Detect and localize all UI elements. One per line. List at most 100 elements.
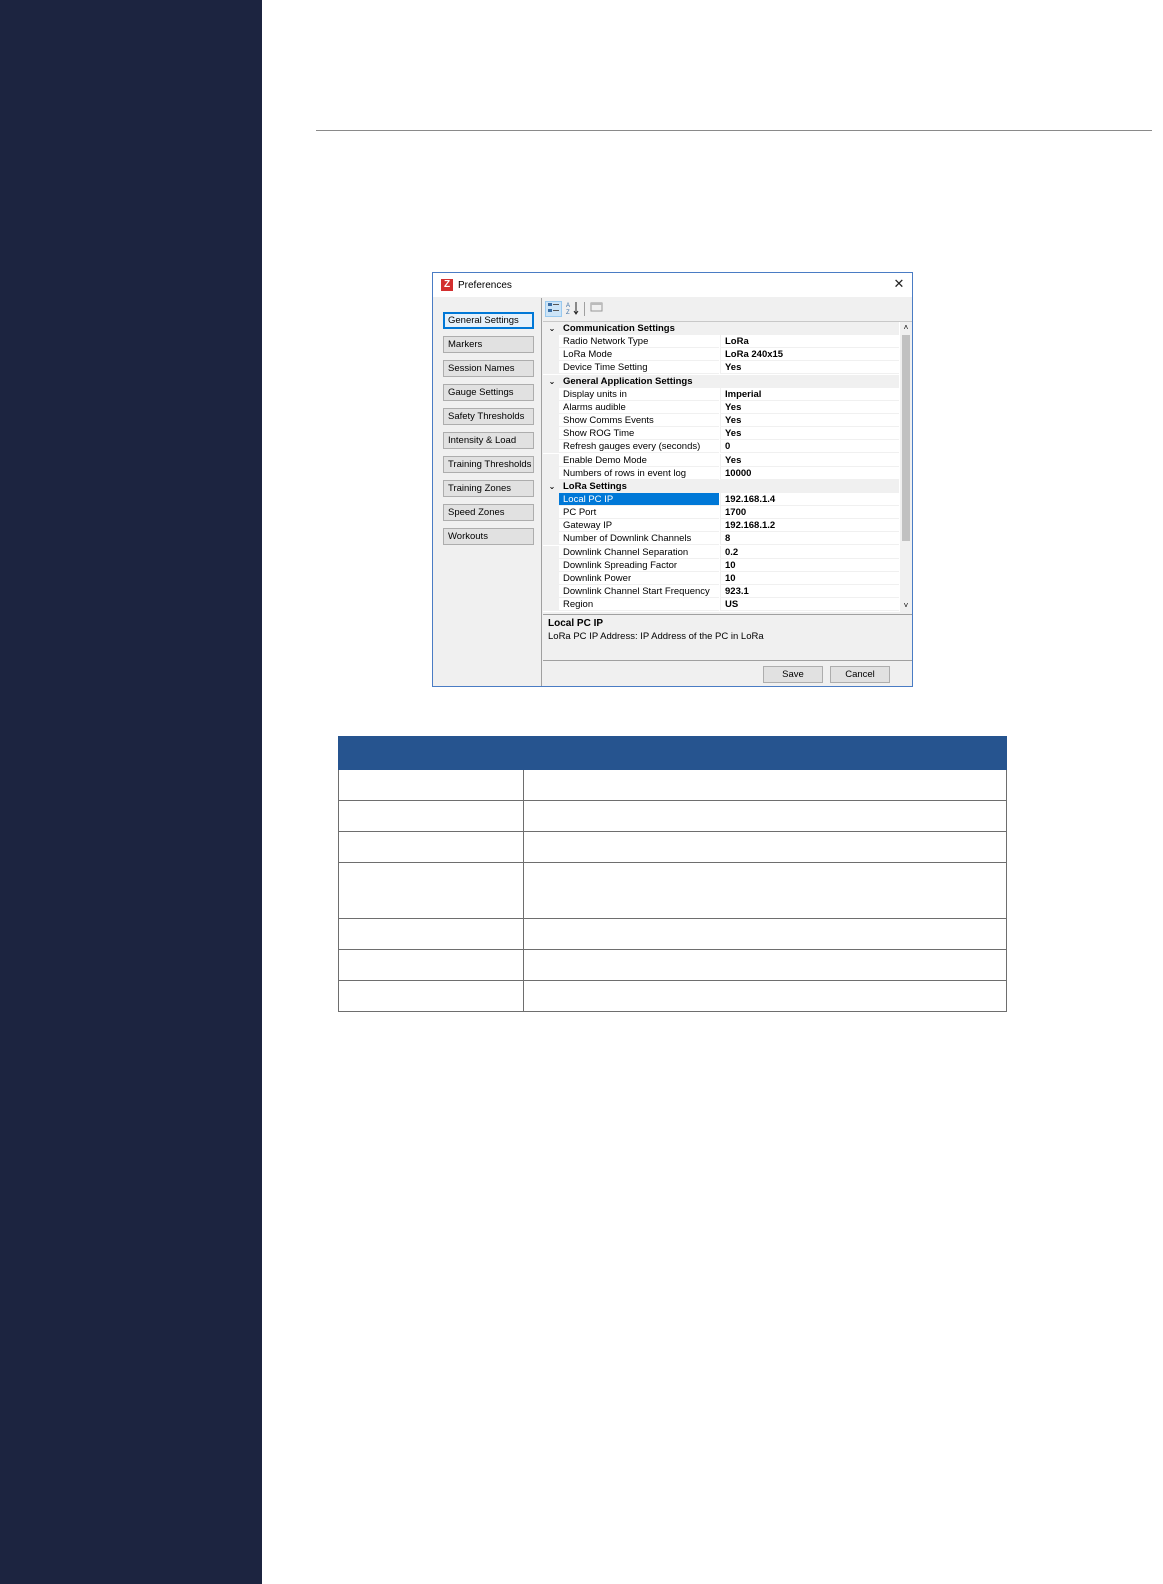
- property-value[interactable]: Yes: [720, 427, 899, 441]
- property-name[interactable]: Downlink Spreading Factor: [559, 558, 719, 572]
- property-row[interactable]: Show ROG Time Yes: [543, 427, 899, 441]
- property-name[interactable]: Alarms audible: [559, 400, 719, 414]
- property-row[interactable]: Downlink Channel Separation 0.2: [543, 545, 899, 559]
- row-gutter: [543, 571, 559, 585]
- property-value[interactable]: 192.168.1.4: [720, 492, 899, 506]
- property-value[interactable]: Yes: [720, 414, 899, 428]
- nav-intensity-and-load-button[interactable]: Intensity & Load: [443, 432, 534, 449]
- collapse-chevron-icon[interactable]: ⌄: [547, 375, 557, 388]
- property-value[interactable]: 0.2: [720, 545, 899, 559]
- property-name[interactable]: LoRa Mode: [559, 348, 719, 362]
- property-name[interactable]: Region: [559, 598, 719, 612]
- categorized-view-icon[interactable]: [545, 301, 562, 317]
- property-name[interactable]: Enable Demo Mode: [559, 453, 719, 467]
- property-name[interactable]: Display units in: [559, 387, 719, 401]
- save-button[interactable]: Save: [763, 666, 823, 683]
- property-row[interactable]: Local PC IP 192.168.1.4: [543, 492, 899, 506]
- property-value[interactable]: 192.168.1.2: [720, 519, 899, 533]
- property-row[interactable]: Downlink Power 10: [543, 571, 899, 585]
- property-row[interactable]: Display units in Imperial: [543, 387, 899, 401]
- table-header: [338, 736, 1007, 770]
- property-name[interactable]: Numbers of rows in event log: [559, 466, 719, 480]
- property-row[interactable]: Downlink Spreading Factor 10: [543, 558, 899, 572]
- table-cell: [523, 918, 1007, 950]
- collapse-chevron-icon[interactable]: ⌄: [547, 480, 557, 493]
- vertical-scrollbar[interactable]: ˄ ˅: [900, 322, 912, 612]
- property-row[interactable]: Alarms audible Yes: [543, 400, 899, 414]
- property-name[interactable]: Show ROG Time: [559, 427, 719, 441]
- property-name[interactable]: Show Comms Events: [559, 414, 719, 428]
- property-name[interactable]: PC Port: [559, 506, 719, 520]
- property-row[interactable]: Device Time Setting Yes: [543, 361, 899, 375]
- property-name[interactable]: Gateway IP: [559, 519, 719, 533]
- nav-training-thresholds-button[interactable]: Training Thresholds: [443, 456, 534, 473]
- property-row[interactable]: Enable Demo Mode Yes: [543, 453, 899, 467]
- property-name[interactable]: Local PC IP: [559, 492, 719, 506]
- row-gutter: [543, 348, 559, 362]
- nav-general-settings-button[interactable]: General Settings: [443, 312, 534, 329]
- property-value[interactable]: Yes: [720, 400, 899, 414]
- property-row[interactable]: Number of Downlink Channels 8: [543, 532, 899, 546]
- property-pages-icon[interactable]: [588, 301, 605, 317]
- row-gutter: [543, 361, 559, 375]
- property-row[interactable]: Show Comms Events Yes: [543, 414, 899, 428]
- scroll-thumb[interactable]: [902, 335, 910, 541]
- nav-safety-thresholds-button[interactable]: Safety Thresholds: [443, 408, 534, 425]
- property-row[interactable]: Downlink Channel Start Frequency 923.1: [543, 585, 899, 598]
- property-row[interactable]: Radio Network Type LoRa: [543, 335, 899, 349]
- scroll-down-icon[interactable]: ˅: [900, 600, 912, 612]
- property-value[interactable]: LoRa: [720, 335, 899, 349]
- property-row[interactable]: Gateway IP 192.168.1.2: [543, 519, 899, 533]
- property-row[interactable]: Numbers of rows in event log 10000: [543, 466, 899, 480]
- property-value[interactable]: Yes: [720, 361, 899, 375]
- table-cell: [523, 949, 1007, 981]
- cancel-button[interactable]: Cancel: [830, 666, 890, 683]
- nav-markers-button[interactable]: Markers: [443, 336, 534, 353]
- table-cell: [338, 980, 524, 1012]
- property-value[interactable]: 10: [720, 558, 899, 572]
- nav-training-zones-button[interactable]: Training Zones: [443, 480, 534, 497]
- property-row[interactable]: Refresh gauges every (seconds) 0: [543, 440, 899, 454]
- row-gutter: [543, 598, 559, 612]
- property-row[interactable]: Region US: [543, 598, 899, 612]
- row-gutter: [543, 492, 559, 506]
- category-row[interactable]: ⌄ LoRa Settings: [543, 479, 899, 493]
- property-value[interactable]: Yes: [720, 453, 899, 467]
- property-name[interactable]: Downlink Channel Separation: [559, 545, 719, 559]
- property-value[interactable]: Imperial: [720, 387, 899, 401]
- property-value[interactable]: 10000: [720, 466, 899, 480]
- property-value[interactable]: 8: [720, 532, 899, 546]
- property-value[interactable]: 1700: [720, 506, 899, 520]
- row-gutter: [543, 545, 559, 559]
- property-row[interactable]: PC Port 1700: [543, 506, 899, 520]
- property-name[interactable]: Device Time Setting: [559, 361, 719, 375]
- table-row: [338, 800, 1007, 832]
- property-value[interactable]: LoRa 240x15: [720, 348, 899, 362]
- property-description-panel: Local PC IP LoRa PC IP Address: IP Addre…: [543, 614, 912, 661]
- nav-workouts-button[interactable]: Workouts: [443, 528, 534, 545]
- collapse-chevron-icon[interactable]: ⌄: [547, 322, 557, 335]
- property-name[interactable]: Downlink Channel Start Frequency: [559, 585, 719, 598]
- property-name[interactable]: Downlink Power: [559, 571, 719, 585]
- nav-speed-zones-button[interactable]: Speed Zones: [443, 504, 534, 521]
- property-row[interactable]: LoRa Mode LoRa 240x15: [543, 348, 899, 362]
- table-cell: [523, 800, 1007, 832]
- property-value[interactable]: US: [720, 598, 899, 612]
- property-value[interactable]: 0: [720, 440, 899, 454]
- row-gutter: [543, 335, 559, 349]
- table-cell: [523, 862, 1007, 919]
- table-row: [338, 918, 1007, 950]
- property-value[interactable]: 923.1: [720, 585, 899, 598]
- property-value[interactable]: 10: [720, 571, 899, 585]
- nav-gauge-settings-button[interactable]: Gauge Settings: [443, 384, 534, 401]
- close-button[interactable]: ✕: [892, 277, 906, 291]
- scroll-up-icon[interactable]: ˄: [900, 322, 912, 334]
- property-name[interactable]: Radio Network Type: [559, 335, 719, 349]
- sort-alphabetical-icon[interactable]: AZ: [564, 301, 581, 317]
- property-name[interactable]: Number of Downlink Channels: [559, 532, 719, 546]
- row-gutter: [543, 466, 559, 480]
- nav-session-names-button[interactable]: Session Names: [443, 360, 534, 377]
- category-row[interactable]: ⌄ Communication Settings: [543, 322, 899, 335]
- category-row[interactable]: ⌄ General Application Settings: [543, 374, 899, 388]
- property-name[interactable]: Refresh gauges every (seconds): [559, 440, 719, 454]
